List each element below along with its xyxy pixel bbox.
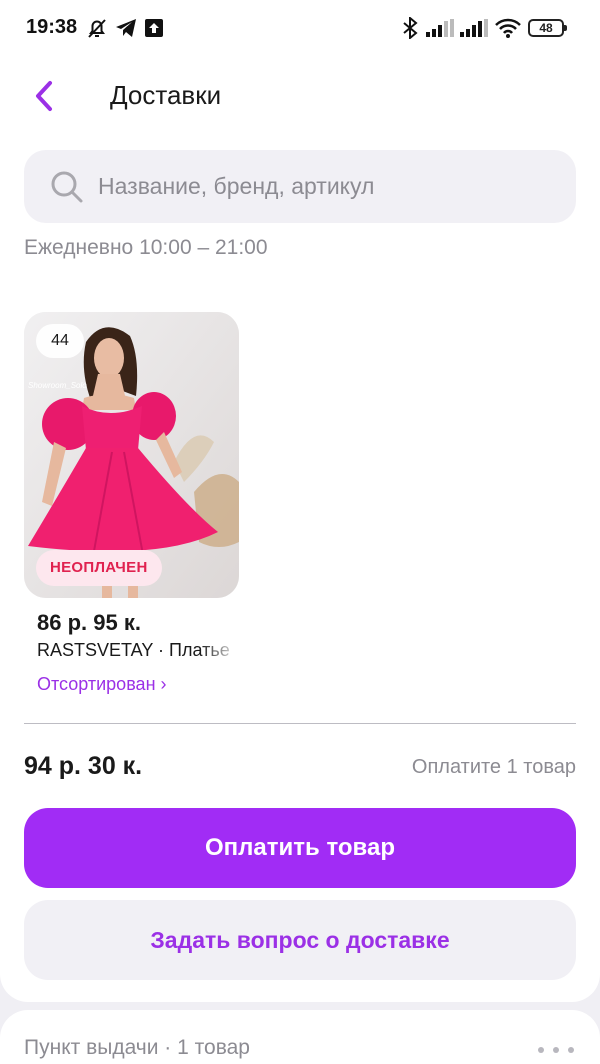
back-button[interactable] xyxy=(24,72,64,120)
status-bar: 19:38 48 xyxy=(0,0,600,58)
image-watermark: Showroom_Solo xyxy=(28,381,87,390)
battery-icon: 48 xyxy=(528,19,567,37)
status-time: 19:38 xyxy=(26,16,78,38)
product-image[interactable]: Showroom_Solo 44 НЕОПЛАЧЕН xyxy=(24,312,239,598)
pay-hint: Оплатите 1 товар xyxy=(411,756,576,778)
order-total: 94 р. 30 к. xyxy=(24,752,143,780)
upload-icon xyxy=(144,14,164,42)
signal-icon xyxy=(426,14,454,42)
chevron-left-icon xyxy=(36,81,52,111)
brand-fade xyxy=(200,636,240,666)
more-options-icon[interactable] xyxy=(538,1040,574,1060)
product-price: 86 р. 95 к. xyxy=(37,610,141,635)
ask-question-button[interactable]: Задать вопрос о доставке xyxy=(24,900,576,980)
status-badge: НЕОПЛАЧЕН xyxy=(36,550,162,586)
pay-button[interactable]: Оплатить товар xyxy=(24,808,576,888)
search-icon xyxy=(50,170,84,204)
telegram-icon xyxy=(114,14,138,42)
signal-icon xyxy=(460,14,488,42)
size-badge: 44 xyxy=(36,324,84,358)
bluetooth-icon xyxy=(400,14,420,42)
search-bar[interactable] xyxy=(24,150,576,223)
search-input[interactable] xyxy=(98,173,538,200)
pickup-section-label: Пункт выдачи · 1 товар xyxy=(24,1036,250,1059)
pickup-hours: Ежедневно 10:00 – 21:00 xyxy=(24,236,268,259)
page-title: Доставки xyxy=(110,80,222,110)
wifi-icon xyxy=(494,14,522,42)
alarm-off-icon xyxy=(84,14,110,42)
status-link[interactable]: Отсортирован › xyxy=(37,674,167,695)
divider xyxy=(24,723,576,724)
